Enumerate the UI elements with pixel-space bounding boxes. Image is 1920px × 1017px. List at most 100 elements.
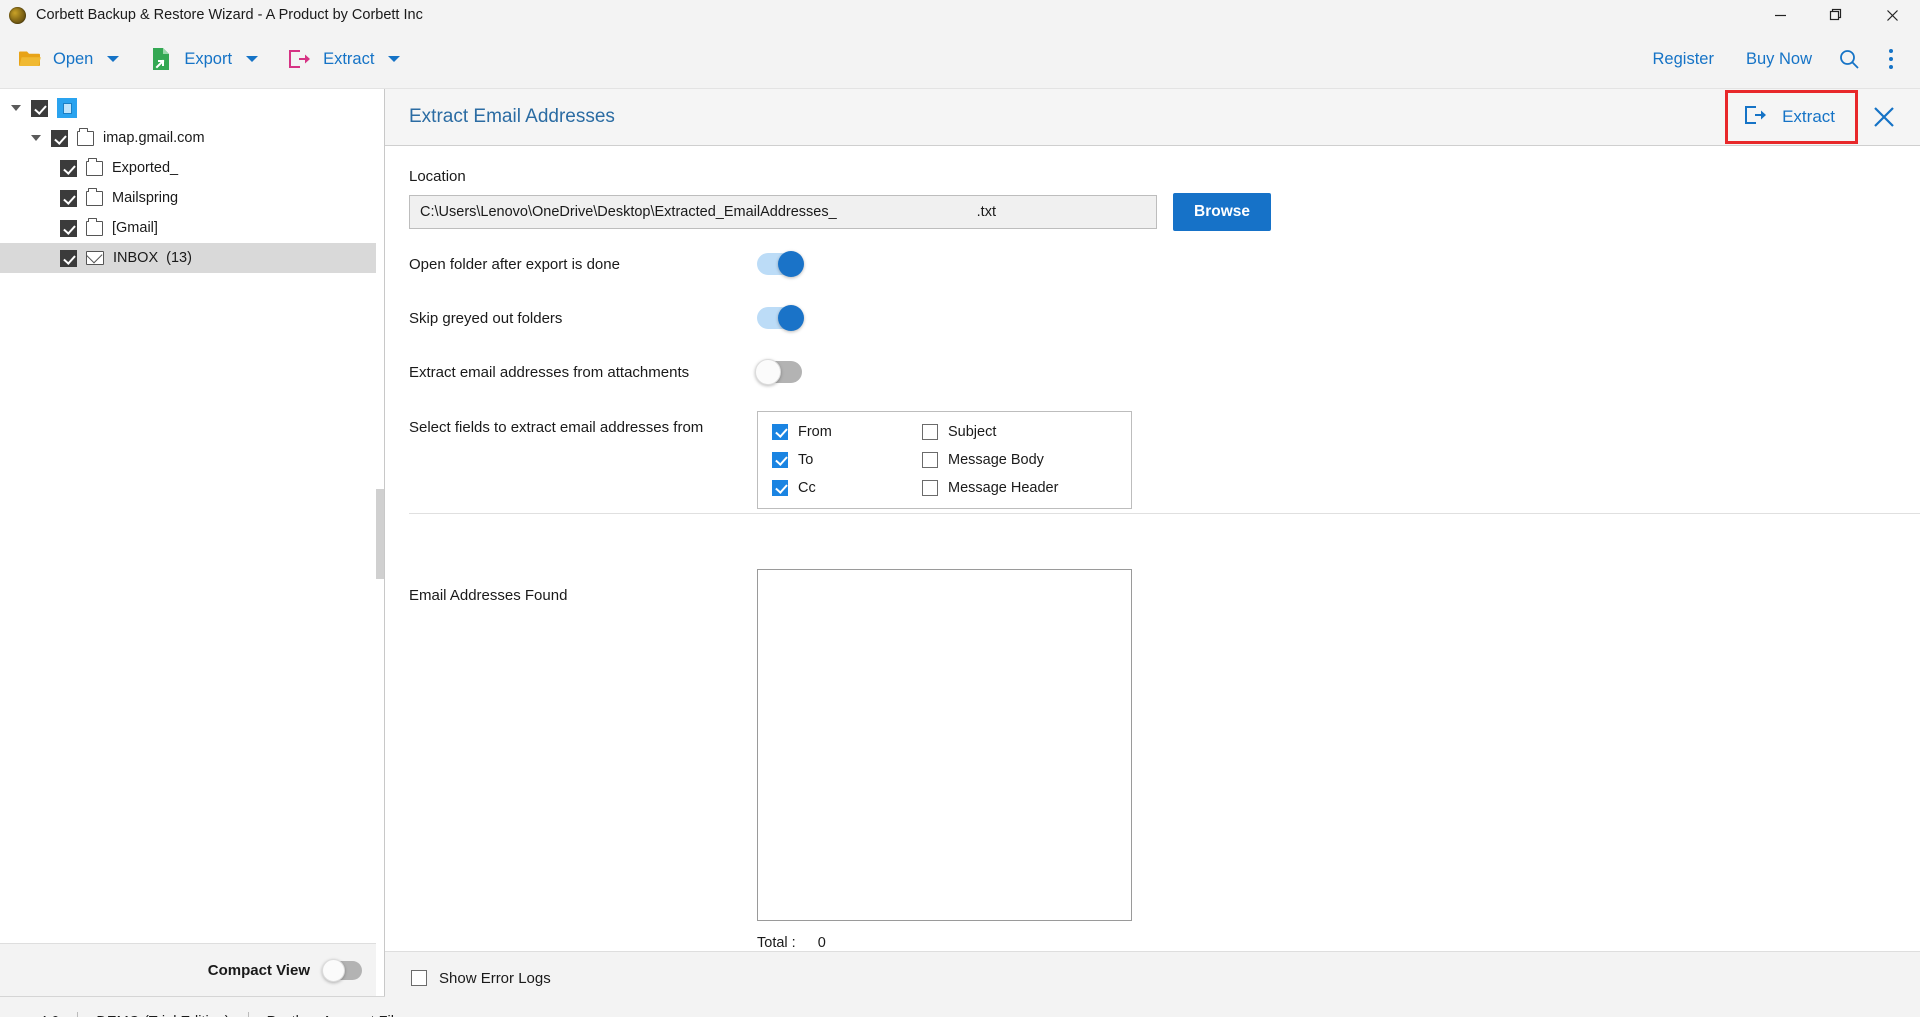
window-controls xyxy=(1752,0,1920,30)
field-checkbox-message-body[interactable]: Message Body xyxy=(922,452,1131,468)
tree-checkbox[interactable] xyxy=(31,99,48,117)
close-button[interactable] xyxy=(1864,0,1920,30)
checkbox-icon[interactable] xyxy=(772,424,788,440)
title-bar: Corbett Backup & Restore Wizard - A Prod… xyxy=(0,0,1920,30)
corbett-logo-icon xyxy=(9,6,26,24)
folder-icon xyxy=(86,157,103,176)
show-error-logs-checkbox[interactable] xyxy=(411,970,427,986)
show-error-logs-bar: Show Error Logs xyxy=(385,951,1920,1004)
skip-greyed-out-folders-toggle[interactable] xyxy=(757,305,804,331)
folder-icon xyxy=(86,217,103,236)
location-path-prefix: C:\Users\Lenovo\OneDrive\Desktop\Extract… xyxy=(420,204,837,220)
chevron-down-icon[interactable] xyxy=(107,56,120,62)
tree-checkbox[interactable] xyxy=(51,129,68,147)
open-folder-icon xyxy=(18,47,42,71)
expander-icon[interactable] xyxy=(8,100,24,116)
total-value: 0 xyxy=(817,935,826,951)
tree-checkbox[interactable] xyxy=(60,219,77,237)
field-label: From xyxy=(798,424,832,440)
open-folder-after-export-toggle[interactable] xyxy=(757,251,804,277)
register-link[interactable]: Register xyxy=(1637,42,1730,77)
compact-view-bar: Compact View xyxy=(0,943,384,996)
checkbox-icon[interactable] xyxy=(922,424,938,440)
sidebar-scrollbar-thumb[interactable] xyxy=(376,489,384,579)
minimize-button[interactable] xyxy=(1752,0,1808,30)
tree-row-label: Exported_ xyxy=(112,160,179,176)
checkbox-icon[interactable] xyxy=(922,480,938,496)
kebab-menu-icon[interactable] xyxy=(1870,39,1912,79)
extract-arrow-icon xyxy=(1744,105,1768,130)
toolbar-extract-button[interactable]: Extract xyxy=(274,39,412,79)
folder-tree: imap.gmail.com Exported_ Mailspring [Gma… xyxy=(0,89,384,943)
toolbar-open-button[interactable]: Open xyxy=(4,39,131,79)
buy-now-link[interactable]: Buy Now xyxy=(1730,42,1828,77)
setting-label: Extract email addresses from attachments xyxy=(409,363,690,381)
restore-button[interactable] xyxy=(1808,0,1864,30)
toolbar-export-label: Export xyxy=(184,49,233,68)
select-fields-box: From Subject To Message Body Cc Message … xyxy=(757,411,1132,509)
tree-checkbox[interactable] xyxy=(60,189,77,207)
chevron-down-icon[interactable] xyxy=(246,56,259,62)
folder-icon xyxy=(86,187,103,206)
field-checkbox-from[interactable]: From xyxy=(772,424,922,440)
setting-open-folder-after-export: Open folder after export is done xyxy=(385,243,1920,285)
browse-button[interactable]: Browse xyxy=(1173,193,1271,231)
compact-view-toggle[interactable] xyxy=(322,958,362,982)
tree-checkbox[interactable] xyxy=(60,159,77,177)
tree-row-gmail[interactable]: [Gmail] xyxy=(0,213,384,243)
setting-label: Skip greyed out folders xyxy=(409,309,563,327)
tree-row-imap-gmail-com[interactable]: imap.gmail.com xyxy=(0,123,384,153)
select-fields-row: Select fields to extract email addresses… xyxy=(385,411,1920,509)
search-icon[interactable] xyxy=(1828,39,1870,79)
location-path-redacted xyxy=(836,204,977,220)
location-row: C:\Users\Lenovo\OneDrive\Desktop\Extract… xyxy=(385,193,1920,231)
tree-row-label: [Gmail] xyxy=(112,220,158,236)
show-error-logs-label: Show Error Logs xyxy=(439,969,551,987)
compact-view-label: Compact View xyxy=(207,961,310,979)
field-checkbox-cc[interactable]: Cc xyxy=(772,480,922,496)
status-version: v4.0 xyxy=(14,1014,77,1017)
extract-panel: Extract Email Addresses Extract Location… xyxy=(385,89,1920,1004)
page-title: Extract Email Addresses xyxy=(409,106,615,127)
tree-row-inbox[interactable]: INBOX (13) xyxy=(0,243,384,273)
tree-row-label: Mailspring xyxy=(112,190,179,206)
toolbar-export-button[interactable]: Export xyxy=(135,39,270,79)
field-checkbox-to[interactable]: To xyxy=(772,452,922,468)
close-icon[interactable] xyxy=(1858,90,1910,144)
field-checkbox-message-header[interactable]: Message Header xyxy=(922,480,1131,496)
toolbar-extract-label: Extract xyxy=(323,49,375,68)
checkbox-icon[interactable] xyxy=(772,480,788,496)
email-addresses-found-list[interactable] xyxy=(757,569,1132,921)
window-title: Corbett Backup & Restore Wizard - A Prod… xyxy=(36,7,423,23)
sidebar-scrollbar[interactable] xyxy=(376,89,384,996)
panel-header: Extract Email Addresses Extract xyxy=(385,89,1920,146)
tree-row-exported[interactable]: Exported_ xyxy=(0,153,384,183)
setting-skip-greyed-out-folders: Skip greyed out folders xyxy=(385,297,1920,339)
extract-action-label: Extract xyxy=(1782,107,1835,126)
panel-header-actions: Extract xyxy=(1725,89,1920,145)
extract-arrow-icon xyxy=(288,47,312,71)
chevron-down-icon[interactable] xyxy=(388,56,401,62)
location-input[interactable]: C:\Users\Lenovo\OneDrive\Desktop\Extract… xyxy=(409,195,1157,229)
toolbar-right-group: Register Buy Now xyxy=(1637,39,1920,79)
tree-row-root[interactable] xyxy=(0,93,384,123)
field-label: Message Body xyxy=(948,452,1044,468)
tree-row-mailspring[interactable]: Mailspring xyxy=(0,183,384,213)
tree-checkbox[interactable] xyxy=(60,249,77,267)
main-toolbar: Open Export Extract Register Buy Now xyxy=(0,30,1920,89)
extract-action-button[interactable]: Extract xyxy=(1725,90,1858,144)
tree-row-label xyxy=(86,100,206,116)
status-account-type: Postbox Account Files xyxy=(249,1014,428,1017)
export-file-icon xyxy=(149,47,173,71)
expander-icon[interactable] xyxy=(28,130,44,146)
setting-label: Open folder after export is done xyxy=(409,255,620,273)
location-label: Location xyxy=(409,168,466,185)
section-divider xyxy=(409,513,1920,514)
checkbox-icon[interactable] xyxy=(772,452,788,468)
field-label: To xyxy=(798,452,814,468)
select-fields-label: Select fields to extract email addresses… xyxy=(409,419,704,436)
checkbox-icon[interactable] xyxy=(922,452,938,468)
status-edition: DEMO (Trial Edition) xyxy=(78,1014,247,1017)
field-checkbox-subject[interactable]: Subject xyxy=(922,424,1131,440)
extract-from-attachments-toggle[interactable] xyxy=(755,359,802,385)
